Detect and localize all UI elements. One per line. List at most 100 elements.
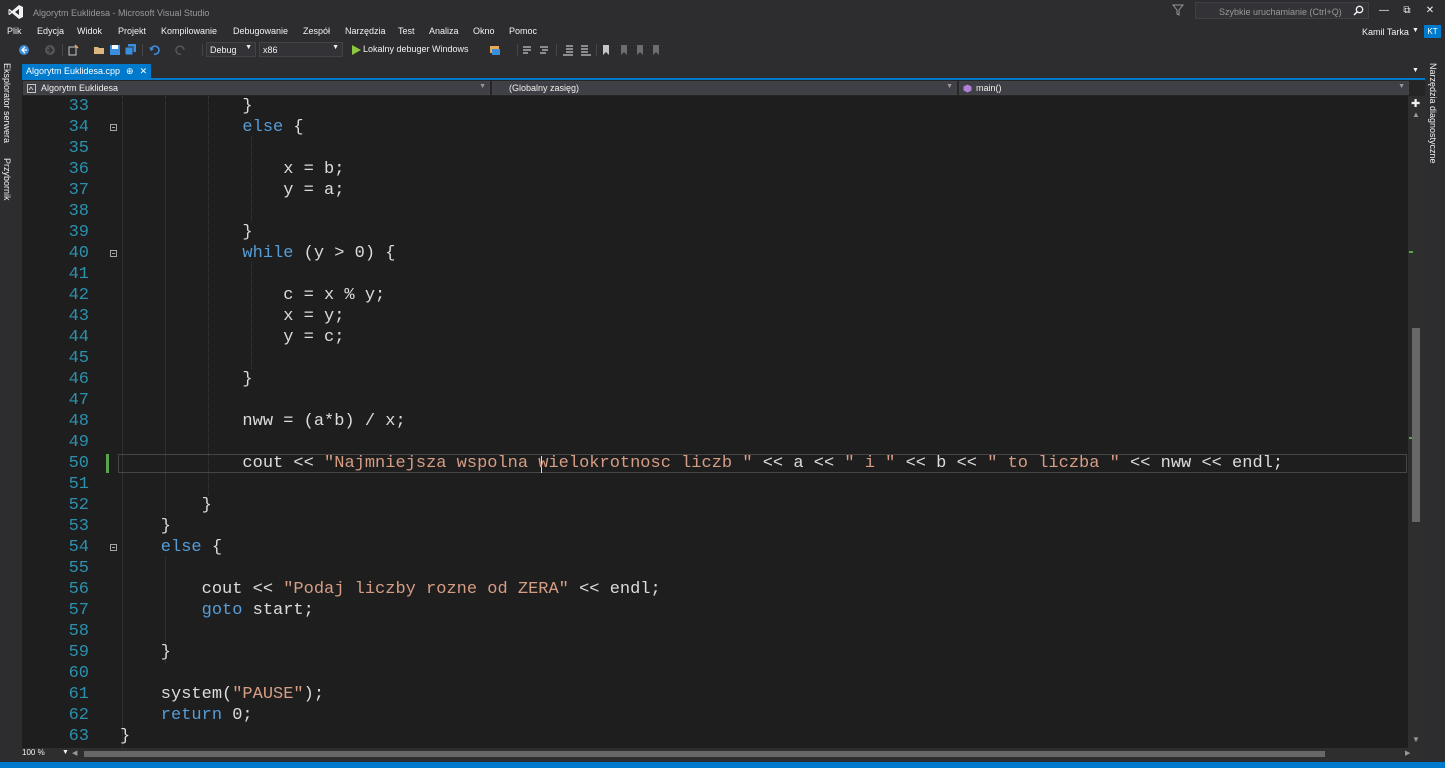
- collapse-outline-icon[interactable]: [110, 124, 117, 131]
- avatar[interactable]: KT: [1424, 25, 1441, 38]
- code-line[interactable]: 50 cout << "Najmniejsza wspolna wielokro…: [22, 453, 1408, 474]
- split-editor-plus-icon[interactable]: ✚: [1411, 97, 1420, 110]
- scroll-right-arrow-icon[interactable]: ▶: [1405, 749, 1410, 757]
- redo-icon[interactable]: [175, 44, 187, 56]
- minimize-button[interactable]: —: [1373, 2, 1395, 19]
- code-line[interactable]: 54 else {: [22, 537, 1408, 558]
- code-line[interactable]: 51: [22, 474, 1408, 495]
- increase-indent-icon[interactable]: [580, 44, 592, 56]
- code-line[interactable]: 58: [22, 621, 1408, 642]
- restore-button[interactable]: ⧉: [1396, 2, 1418, 19]
- code-string: "Podaj liczby rozne od ZERA": [283, 580, 569, 599]
- code-line[interactable]: 46 }: [22, 369, 1408, 390]
- undo-icon[interactable]: [148, 44, 160, 56]
- save-icon[interactable]: [109, 44, 121, 56]
- bookmark-icon[interactable]: [600, 44, 612, 56]
- open-file-icon[interactable]: [93, 44, 105, 56]
- previous-bookmark-icon[interactable]: [618, 44, 630, 56]
- clear-bookmarks-icon[interactable]: [650, 44, 662, 56]
- member-dropdown[interactable]: main() ▼: [959, 81, 1409, 95]
- menu-widok[interactable]: Widok: [77, 26, 102, 36]
- code-line[interactable]: 47: [22, 390, 1408, 411]
- code-line[interactable]: 42 c = x % y;: [22, 285, 1408, 306]
- notification-filter-icon[interactable]: [1172, 4, 1184, 16]
- code-line[interactable]: 43 x = y;: [22, 306, 1408, 327]
- next-bookmark-icon[interactable]: [634, 44, 646, 56]
- code-line[interactable]: 38: [22, 201, 1408, 222]
- menu-plik[interactable]: Plik: [7, 26, 22, 36]
- zoom-level[interactable]: 100 %: [22, 748, 45, 757]
- menu-narzedzia[interactable]: Narzędzia: [345, 26, 386, 36]
- code-line[interactable]: 37 y = a;: [22, 180, 1408, 201]
- code-line[interactable]: 59 }: [22, 642, 1408, 663]
- solution-platform-select[interactable]: x86 ▼: [259, 42, 343, 57]
- code-line[interactable]: 49: [22, 432, 1408, 453]
- code-line[interactable]: 55: [22, 558, 1408, 579]
- vertical-scroll-thumb[interactable]: [1412, 328, 1420, 522]
- collapse-outline-icon[interactable]: [110, 250, 117, 257]
- pin-icon[interactable]: ⊕: [126, 64, 134, 79]
- save-all-icon[interactable]: [125, 44, 137, 56]
- diagnostic-tools-tab[interactable]: Narzędzia diagnostyczne: [1428, 63, 1438, 164]
- close-window-button[interactable]: ✕: [1419, 2, 1441, 19]
- navigate-forward-icon[interactable]: [44, 44, 56, 56]
- code-line[interactable]: 48 nww = (a*b) / x;: [22, 411, 1408, 432]
- horizontal-scroll-thumb[interactable]: [84, 751, 1325, 757]
- comment-out-icon[interactable]: [521, 44, 533, 56]
- toolbar-separator: [556, 44, 557, 56]
- menu-pomoc[interactable]: Pomoc: [509, 26, 537, 36]
- code-line[interactable]: 53 }: [22, 516, 1408, 537]
- server-explorer-tab[interactable]: Eksplorator serwera: [2, 63, 12, 143]
- toolbox-tab[interactable]: Przybornik: [2, 158, 12, 201]
- menu-okno[interactable]: Okno: [473, 26, 495, 36]
- navigate-back-icon[interactable]: [18, 44, 30, 56]
- start-debugger-button[interactable]: Lokalny debuger Windows: [363, 44, 469, 54]
- code-line[interactable]: 60: [22, 663, 1408, 684]
- code-line[interactable]: 56 cout << "Podaj liczby rozne od ZERA" …: [22, 579, 1408, 600]
- menu-test[interactable]: Test: [398, 26, 415, 36]
- code-line[interactable]: 35: [22, 138, 1408, 159]
- line-number: 52: [68, 496, 89, 515]
- code-editor[interactable]: 33 } 34 else {35 36 x = b; 37 y = a; 38 39 } 4…: [22, 96, 1408, 748]
- menu-projekt[interactable]: Projekt: [118, 26, 146, 36]
- solution-configuration-select[interactable]: Debug ▼: [206, 42, 256, 57]
- code-line[interactable]: 61 system("PAUSE");: [22, 684, 1408, 705]
- code-line[interactable]: 63}: [22, 726, 1408, 747]
- vertical-scrollbar[interactable]: ✚ ▲ ▼: [1408, 96, 1425, 748]
- code-line[interactable]: 44 y = c;: [22, 327, 1408, 348]
- code-line[interactable]: 33 }: [22, 96, 1408, 117]
- scroll-up-arrow-icon[interactable]: ▲: [1412, 110, 1420, 119]
- scope-dropdown[interactable]: (Globalny zasięg) ▼: [492, 81, 957, 95]
- uncomment-icon[interactable]: [538, 44, 550, 56]
- code-line[interactable]: 41: [22, 264, 1408, 285]
- project-dropdown[interactable]: Algorytm Euklidesa ▼: [23, 81, 490, 95]
- decrease-indent-icon[interactable]: [562, 44, 574, 56]
- menu-kompilowanie[interactable]: Kompilowanie: [161, 26, 217, 36]
- menu-zespol[interactable]: Zespół: [303, 26, 330, 36]
- code-line[interactable]: 62 return 0;: [22, 705, 1408, 726]
- chevron-down-icon[interactable]: ▼: [1412, 27, 1419, 34]
- code-line[interactable]: 39 }: [22, 222, 1408, 243]
- scroll-down-arrow-icon[interactable]: ▼: [1412, 735, 1420, 744]
- code-line[interactable]: 34 else {: [22, 117, 1408, 138]
- code-line[interactable]: 40 while (y > 0) {: [22, 243, 1408, 264]
- code-line[interactable]: 57 goto start;: [22, 600, 1408, 621]
- code-line[interactable]: 36 x = b;: [22, 159, 1408, 180]
- scroll-left-arrow-icon[interactable]: ◀: [72, 749, 77, 757]
- code-token: }: [120, 643, 172, 662]
- quick-launch-input[interactable]: Szybkie uruchamianie (Ctrl+Q): [1195, 2, 1369, 19]
- browser-link-icon[interactable]: [489, 44, 501, 56]
- close-icon[interactable]: ✕: [140, 64, 148, 79]
- code-line[interactable]: 52 }: [22, 495, 1408, 516]
- chevron-down-icon[interactable]: ▼: [62, 749, 69, 756]
- code-line[interactable]: 45: [22, 348, 1408, 369]
- tab-overflow-chevron-icon[interactable]: ▼: [1412, 67, 1419, 74]
- menu-edycja[interactable]: Edycja: [37, 26, 64, 36]
- new-project-icon[interactable]: [67, 44, 79, 56]
- menu-analiza[interactable]: Analiza: [429, 26, 459, 36]
- menu-debugowanie[interactable]: Debugowanie: [233, 26, 288, 36]
- tab-algorytm-euklidesa-cpp[interactable]: Algorytm Euklidesa.cpp ⊕ ✕: [22, 64, 152, 79]
- user-name[interactable]: Kamil Tarka: [1362, 27, 1409, 37]
- start-debugging-icon[interactable]: [350, 44, 362, 56]
- collapse-outline-icon[interactable]: [110, 544, 117, 551]
